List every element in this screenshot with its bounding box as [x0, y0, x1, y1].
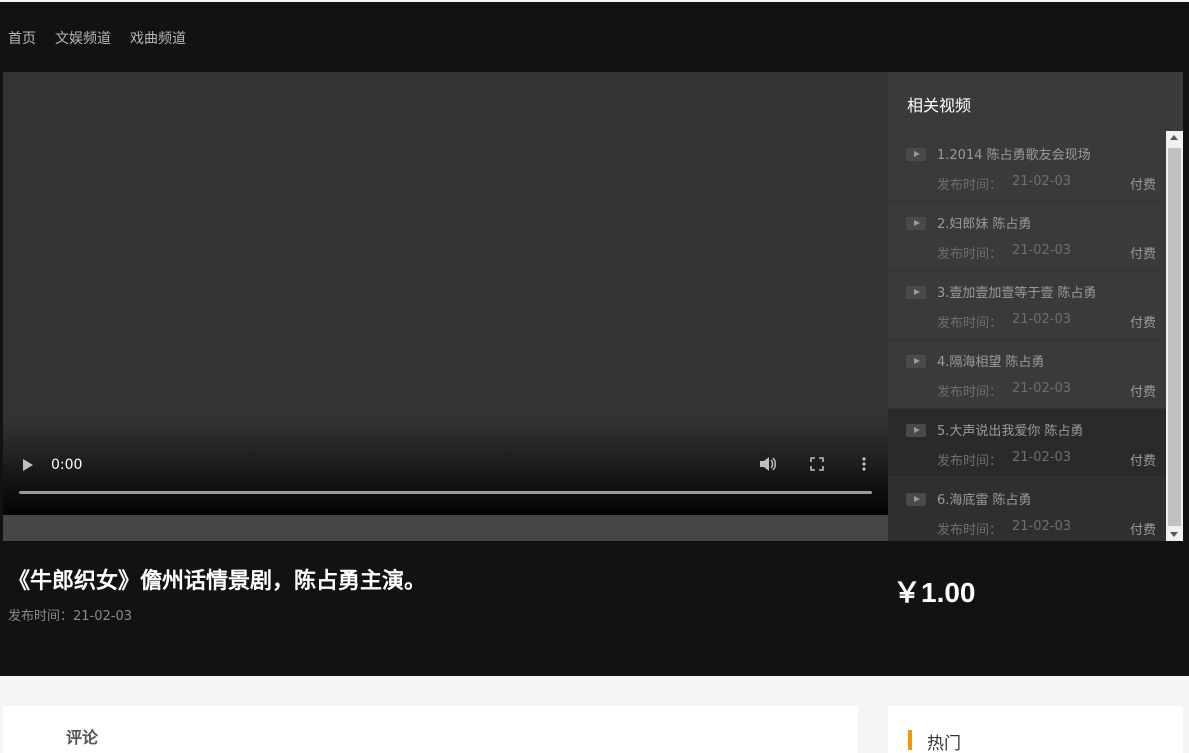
related-item-date: 21-02-03	[1012, 450, 1072, 465]
related-item-name: 3.壹加壹加壹等于壹 陈占勇	[937, 286, 1097, 301]
fullscreen-icon[interactable]	[809, 456, 825, 472]
related-date-label: 发布时间：	[937, 385, 1003, 400]
time-display: 0:00	[51, 457, 83, 473]
video-price: ￥1.00	[893, 577, 976, 608]
related-item[interactable]: 3.壹加壹加壹等于壹 陈占勇 发布时间： 21-02-03 付费	[888, 271, 1166, 340]
scroll-down-arrow-icon[interactable]	[1170, 532, 1178, 537]
related-item-name: 2.妇郎妹 陈占勇	[937, 217, 1032, 232]
related-item-active[interactable]: 5.大声说出我爱你 陈占勇 发布时间： 21-02-03 付费	[888, 409, 1166, 478]
video-publish-date: 发布时间：21-02-03	[8, 609, 133, 624]
paid-badge: 付费	[1129, 178, 1156, 193]
progress-bar[interactable]	[19, 491, 872, 494]
hot-section: 热门	[888, 706, 1183, 753]
scroll-up-arrow-icon[interactable]	[1170, 135, 1178, 140]
hot-title: 热门	[927, 734, 961, 753]
scroll-thumb[interactable]	[1168, 148, 1181, 526]
related-date-label: 发布时间：	[937, 247, 1003, 262]
related-item-name: 5.大声说出我爱你 陈占勇	[937, 424, 1084, 439]
paid-badge: 付费	[1129, 523, 1156, 538]
comments-section: 评论	[3, 706, 858, 753]
related-item[interactable]: 6.海底雷 陈占勇 发布时间： 21-02-03 付费	[888, 478, 1166, 541]
related-item-date: 21-02-03	[1012, 312, 1072, 327]
related-item-name: 6.海底雷 陈占勇	[937, 493, 1032, 508]
nav-entertainment[interactable]: 文娱频道	[55, 28, 111, 48]
related-item-name: 1.2014 陈占勇歌友会现场	[937, 148, 1091, 163]
related-date-label: 发布时间：	[937, 523, 1003, 538]
nav-opera[interactable]: 戏曲频道	[130, 28, 186, 48]
related-item[interactable]: 4.隔海相望 陈占勇 发布时间： 21-02-03 付费	[888, 340, 1166, 409]
hot-accent-bar	[908, 730, 912, 750]
video-player: 0:00	[3, 72, 888, 541]
comments-title: 评论	[66, 728, 99, 747]
related-item-name: 4.隔海相望 陈占勇	[937, 355, 1045, 370]
paid-badge: 付费	[1129, 385, 1156, 400]
related-title: 相关视频	[907, 96, 972, 115]
paid-badge: 付费	[1129, 316, 1156, 331]
related-list: 1.2014 陈占勇歌友会现场 发布时间： 21-02-03 付费 2.妇郎妹 …	[888, 133, 1166, 541]
controls-gradient	[3, 420, 888, 515]
video-title: 《牛郎织女》儋州话情景剧，陈占勇主演。	[8, 569, 427, 594]
related-date-label: 发布时间：	[937, 316, 1003, 331]
video-play-icon	[906, 217, 926, 230]
related-item-date: 21-02-03	[1012, 381, 1072, 396]
related-item-date: 21-02-03	[1012, 243, 1072, 258]
play-icon[interactable]	[23, 459, 33, 471]
volume-icon[interactable]	[759, 456, 777, 472]
paid-badge: 付费	[1129, 247, 1156, 262]
top-nav: 首页 文娱频道 戏曲频道	[8, 28, 186, 48]
video-play-icon	[906, 493, 926, 506]
video-play-icon	[906, 355, 926, 368]
related-videos-panel: 相关视频 1.2014 陈占勇歌友会现场 发布时间： 21-02-03 付费 2…	[888, 72, 1183, 541]
related-item[interactable]: 1.2014 陈占勇歌友会现场 发布时间： 21-02-03 付费	[888, 133, 1166, 202]
related-item-date: 21-02-03	[1012, 174, 1072, 189]
video-area[interactable]: 0:00	[3, 72, 888, 515]
video-play-icon	[906, 424, 926, 437]
related-date-label: 发布时间：	[937, 178, 1003, 193]
paid-badge: 付费	[1129, 454, 1156, 469]
related-item[interactable]: 2.妇郎妹 陈占勇 发布时间： 21-02-03 付费	[888, 202, 1166, 271]
related-scrollbar[interactable]	[1166, 131, 1183, 541]
related-date-label: 发布时间：	[937, 454, 1003, 469]
more-options-icon[interactable]	[856, 456, 872, 472]
video-play-icon	[906, 148, 926, 161]
related-item-date: 21-02-03	[1012, 519, 1072, 534]
nav-home[interactable]: 首页	[8, 28, 36, 48]
video-play-icon	[906, 286, 926, 299]
